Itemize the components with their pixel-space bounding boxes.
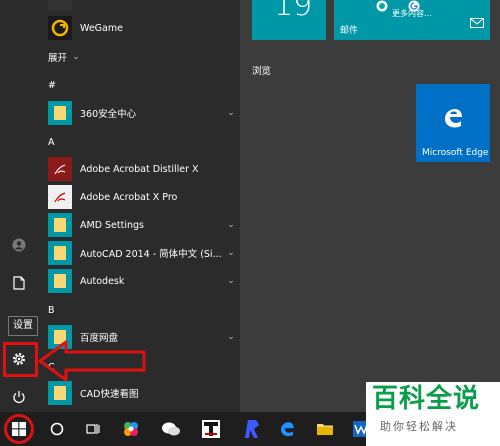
folder-icon bbox=[48, 101, 72, 125]
mail-label: 邮件 bbox=[340, 26, 359, 36]
power-icon bbox=[13, 391, 25, 404]
mail-more-text: 更多内容... bbox=[392, 9, 432, 18]
folder-icon bbox=[317, 424, 333, 435]
list-item[interactable]: 360安全中心 ⌄ bbox=[48, 100, 238, 126]
document-icon bbox=[13, 276, 25, 290]
documents-button[interactable] bbox=[0, 266, 38, 300]
pinwheel-app-icon bbox=[124, 422, 138, 436]
taskbar-app[interactable] bbox=[114, 412, 148, 446]
list-item[interactable]: AutoCAD 2014 - 简体中文 (Si... ⌄ bbox=[48, 240, 238, 266]
list-item[interactable]: Adobe Acrobat Distiller X bbox=[48, 156, 238, 182]
wegame-icon bbox=[48, 16, 72, 40]
acrobat-pro-icon bbox=[48, 185, 72, 209]
chevron-down-icon[interactable]: ⌄ bbox=[226, 220, 236, 230]
user-account-button[interactable] bbox=[0, 228, 38, 262]
settings-tooltip: 设置 bbox=[8, 316, 38, 336]
chevron-down-icon[interactable]: ⌄ bbox=[226, 276, 236, 286]
edge-icon bbox=[281, 422, 294, 437]
r-app-icon bbox=[245, 420, 259, 438]
cortana-icon bbox=[50, 422, 64, 436]
expand-toggle[interactable]: 展开 ⌄ bbox=[48, 50, 83, 64]
section-title-browse: 浏览 bbox=[252, 66, 272, 77]
section-letter[interactable]: A bbox=[48, 137, 55, 148]
folder-icon bbox=[48, 241, 72, 265]
taskbar-edge[interactable] bbox=[270, 412, 304, 446]
mail-icon bbox=[470, 18, 484, 28]
taskbar-wechat[interactable] bbox=[154, 412, 188, 446]
skype-icon bbox=[376, 0, 388, 12]
list-item[interactable]: AMD Settings ⌄ bbox=[48, 212, 238, 238]
list-item-wegame[interactable]: WeGame bbox=[48, 15, 238, 41]
list-item[interactable]: Adobe Acrobat X Pro bbox=[48, 184, 238, 210]
te-app-icon bbox=[202, 420, 220, 438]
watermark: 百科全说 助你轻松解决 bbox=[366, 382, 500, 446]
calendar-day: 19 bbox=[274, 0, 313, 23]
edge-label: Microsoft Edge bbox=[422, 148, 489, 158]
calendar-tile[interactable]: 19 bbox=[252, 0, 326, 40]
section-letter[interactable]: # bbox=[48, 80, 56, 91]
edge-tile[interactable]: Microsoft Edge bbox=[416, 84, 490, 162]
chevron-down-icon[interactable]: ⌄ bbox=[226, 108, 236, 118]
acrobat-icon bbox=[48, 157, 72, 181]
task-view-icon bbox=[86, 424, 100, 434]
app-icon bbox=[48, 0, 72, 11]
taskbar-explorer[interactable] bbox=[308, 412, 342, 446]
list-item[interactable]: Autodesk ⌄ bbox=[48, 268, 238, 294]
list-item[interactable] bbox=[48, 0, 238, 12]
folder-icon bbox=[48, 381, 72, 405]
section-letter[interactable]: B bbox=[48, 305, 55, 316]
user-icon bbox=[12, 238, 26, 252]
pointer-arrow bbox=[38, 340, 146, 382]
folder-icon bbox=[48, 269, 72, 293]
taskbar-app-r[interactable] bbox=[234, 412, 268, 446]
folder-icon bbox=[48, 213, 72, 237]
mail-tile[interactable]: 更多内容... 邮件 bbox=[334, 0, 490, 40]
start-button-highlight bbox=[4, 414, 34, 444]
chevron-down-icon: ⌄ bbox=[72, 52, 80, 62]
watermark-subtitle: 助你轻松解决 bbox=[380, 420, 458, 433]
edge-icon bbox=[445, 109, 462, 128]
tiles-area: 19 更多内容... 邮件 浏览 Microsoft Edge bbox=[240, 0, 500, 412]
watermark-title: 百科全说 bbox=[372, 384, 481, 414]
power-button[interactable] bbox=[0, 380, 38, 414]
taskbar-app-te[interactable] bbox=[194, 412, 228, 446]
search-button[interactable] bbox=[40, 412, 74, 446]
chevron-down-icon[interactable]: ⌄ bbox=[226, 248, 236, 258]
chevron-down-icon[interactable]: ⌄ bbox=[226, 332, 236, 342]
settings-highlight bbox=[3, 342, 38, 377]
wechat-icon bbox=[162, 422, 180, 436]
task-view-button[interactable] bbox=[76, 412, 110, 446]
